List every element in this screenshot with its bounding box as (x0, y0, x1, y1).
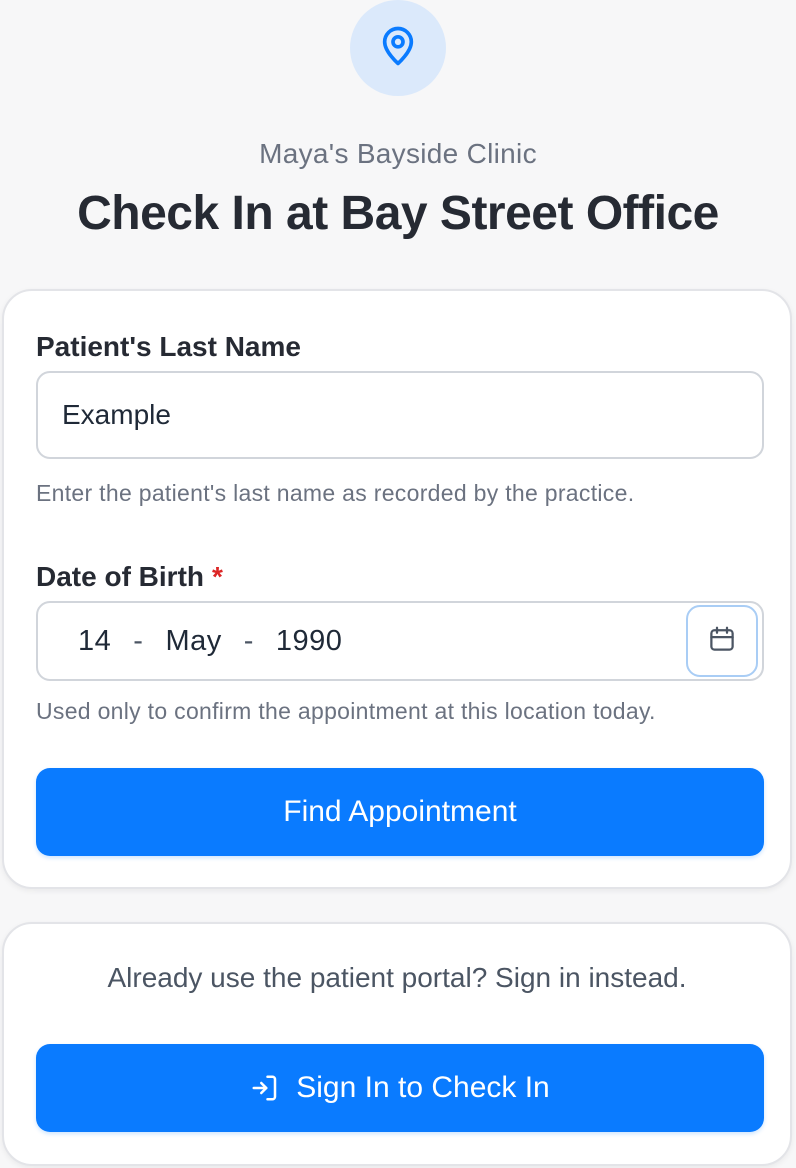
map-pin-icon (378, 24, 418, 73)
sign-in-icon (250, 1073, 280, 1103)
dob-input: 14 - May - 1990 (36, 601, 764, 681)
check-in-form-card: Patient's Last Name Enter the patient's … (2, 289, 792, 889)
dob-year-segment[interactable]: 1990 (276, 625, 343, 658)
last-name-input[interactable] (36, 371, 764, 459)
portal-card: Already use the patient portal? Sign in … (2, 922, 792, 1166)
calendar-icon (707, 624, 737, 659)
dob-day-segment[interactable]: 14 (78, 625, 111, 658)
page-title: Check In at Bay Street Office (77, 187, 719, 240)
dob-label: Date of Birth * (36, 561, 223, 593)
find-appointment-button[interactable]: Find Appointment (36, 768, 764, 856)
required-marker: * (212, 561, 223, 592)
dob-label-text: Date of Birth (36, 561, 204, 592)
portal-prompt: Already use the patient portal? Sign in … (107, 962, 687, 993)
sign-in-button[interactable]: Sign In to Check In (36, 1044, 764, 1132)
dob-separator: - (133, 624, 144, 657)
last-name-label: Patient's Last Name (36, 331, 301, 362)
check-in-page: Maya's Bayside Clinic Check In at Bay St… (0, 0, 796, 1168)
sign-in-button-label: Sign In to Check In (296, 1071, 550, 1104)
dob-month-segment[interactable]: May (165, 625, 221, 658)
last-name-helper: Enter the patient's last name as recorde… (36, 480, 635, 506)
dob-segments: 14 - May - 1990 (78, 603, 342, 679)
header: Maya's Bayside Clinic Check In at Bay St… (0, 0, 796, 280)
dob-separator: - (243, 624, 254, 657)
location-badge (350, 0, 446, 96)
clinic-name: Maya's Bayside Clinic (259, 138, 537, 169)
calendar-picker-button[interactable] (686, 605, 758, 677)
dob-helper: Used only to confirm the appointment at … (36, 698, 656, 724)
